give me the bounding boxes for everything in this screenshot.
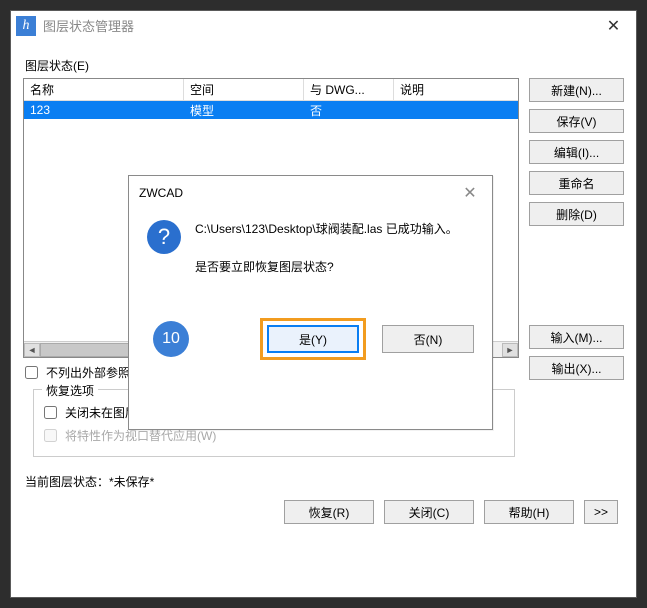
section-label: 图层状态(E) xyxy=(25,57,624,74)
scroll-left-icon[interactable]: ◄ xyxy=(24,343,40,357)
dialog-line1: C:\Users\123\Desktop\球阀装配.las 已成功输入。 xyxy=(195,220,458,238)
col-dwg[interactable]: 与 DWG... xyxy=(304,79,394,100)
help-button[interactable]: 帮助(H) xyxy=(484,500,574,524)
table-row[interactable]: 123 模型 否 xyxy=(24,101,518,119)
titlebar: h 图层状态管理器 ✕ xyxy=(11,11,636,41)
current-state-row: 当前图层状态：*未保存* xyxy=(25,473,622,490)
col-desc[interactable]: 说明 xyxy=(394,79,518,100)
col-name[interactable]: 名称 xyxy=(24,79,184,100)
rename-button[interactable]: 重命名 xyxy=(529,171,624,195)
external-xref-label: 不列出外部参照 xyxy=(46,364,130,381)
expand-button[interactable]: >> xyxy=(584,500,618,524)
dialog-close-icon[interactable]: ✕ xyxy=(458,183,482,203)
cell-dwg: 否 xyxy=(304,102,394,119)
step-badge: 10 xyxy=(153,321,189,357)
close-button[interactable]: 关闭(C) xyxy=(384,500,474,524)
side-buttons: 新建(N)... 保存(V) 编辑(I)... 重命名 删除(D) 输入(M).… xyxy=(529,78,624,461)
viewport-override-checkbox xyxy=(44,429,57,442)
app-icon: h xyxy=(16,16,36,36)
window-title: 图层状态管理器 xyxy=(43,16,134,35)
restore-options-legend: 恢复选项 xyxy=(42,382,98,399)
status-value: *未保存* xyxy=(109,475,154,489)
dialog-title: ZWCAD xyxy=(139,186,183,200)
output-button[interactable]: 输出(X)... xyxy=(529,356,624,380)
close-icon[interactable]: ✕ xyxy=(591,11,636,41)
dialog-titlebar: ZWCAD ✕ xyxy=(129,176,492,210)
close-not-found-checkbox[interactable] xyxy=(44,406,57,419)
status-label: 当前图层状态： xyxy=(25,475,109,489)
cell-name: 123 xyxy=(24,103,184,117)
cell-space: 模型 xyxy=(184,102,304,119)
edit-button[interactable]: 编辑(I)... xyxy=(529,140,624,164)
col-space[interactable]: 空间 xyxy=(184,79,304,100)
input-button[interactable]: 输入(M)... xyxy=(529,325,624,349)
dialog-line2: 是否要立即恢复图层状态? xyxy=(195,258,458,276)
yes-button[interactable]: 是(Y) xyxy=(267,325,359,353)
scroll-right-icon[interactable]: ► xyxy=(502,343,518,357)
yes-highlight: 是(Y) xyxy=(260,318,366,360)
dialog-message: C:\Users\123\Desktop\球阀装配.las 已成功输入。 是否要… xyxy=(195,220,458,276)
restore-button[interactable]: 恢复(R) xyxy=(284,500,374,524)
no-button[interactable]: 否(N) xyxy=(382,325,474,353)
confirm-dialog: ZWCAD ✕ ? C:\Users\123\Desktop\球阀装配.las … xyxy=(128,175,493,430)
delete-button[interactable]: 删除(D) xyxy=(529,202,624,226)
list-header: 名称 空间 与 DWG... 说明 xyxy=(24,79,518,101)
bottom-buttons: 恢复(R) 关闭(C) 帮助(H) >> xyxy=(25,500,618,524)
scroll-thumb[interactable] xyxy=(40,343,140,357)
question-icon: ? xyxy=(147,220,181,254)
external-xref-checkbox[interactable] xyxy=(25,366,38,379)
new-button[interactable]: 新建(N)... xyxy=(529,78,624,102)
save-button[interactable]: 保存(V) xyxy=(529,109,624,133)
